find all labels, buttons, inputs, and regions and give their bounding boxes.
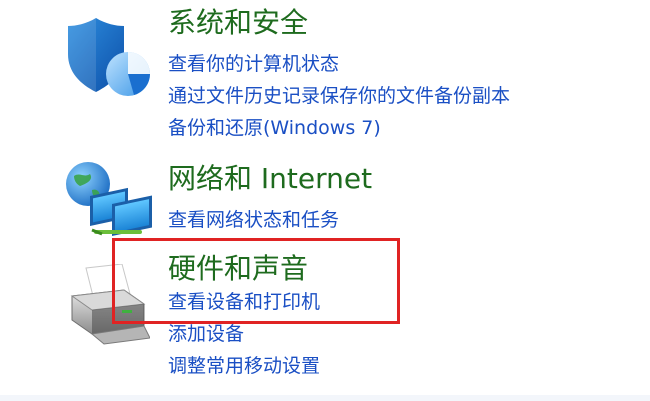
shield-icon[interactable] <box>64 14 154 100</box>
bottom-divider <box>0 395 650 401</box>
printer-icon[interactable] <box>64 263 151 348</box>
category-network-internet: 网络和 Internet 查看网络状态和任务 <box>0 150 650 242</box>
link-mobility-settings[interactable]: 调整常用移动设置 <box>168 354 320 378</box>
category-title-system-security[interactable]: 系统和安全 <box>168 6 308 40</box>
link-view-devices-printers[interactable]: 查看设备和打印机 <box>168 290 320 314</box>
category-hardware-sound: 硬件和声音 查看设备和打印机 添加设备 调整常用移动设置 <box>0 242 650 401</box>
link-backup-restore[interactable]: 备份和还原(Windows 7) <box>168 116 381 140</box>
link-add-device[interactable]: 添加设备 <box>168 322 244 346</box>
link-file-history-backup[interactable]: 通过文件历史记录保存你的文件备份副本 <box>168 84 510 108</box>
link-view-computer-status[interactable]: 查看你的计算机状态 <box>168 52 339 76</box>
category-title-network-internet[interactable]: 网络和 Internet <box>168 162 372 196</box>
category-system-security: 系统和安全 查看你的计算机状态 通过文件历史记录保存你的文件备份副本 备份和还原… <box>0 0 650 150</box>
control-panel-page: 系统和安全 查看你的计算机状态 通过文件历史记录保存你的文件备份副本 备份和还原… <box>0 0 650 401</box>
link-view-network-status[interactable]: 查看网络状态和任务 <box>168 208 339 232</box>
network-globe-icon[interactable] <box>62 158 158 244</box>
category-title-hardware-sound[interactable]: 硬件和声音 <box>168 252 308 286</box>
